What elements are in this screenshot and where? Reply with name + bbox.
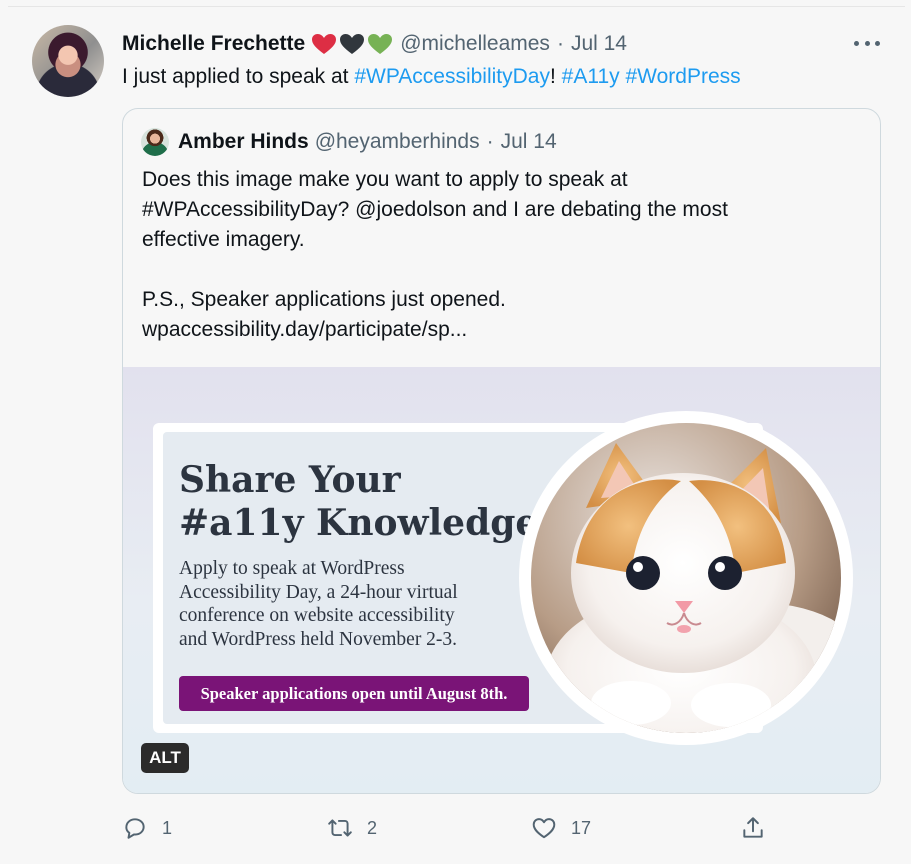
share-button[interactable] <box>740 813 766 843</box>
quoted-text-line: P.S., Speaker applications just opened. <box>142 288 506 311</box>
tweet-text-prefix: I just applied to speak at <box>122 65 355 88</box>
author-name[interactable]: Michelle Frechette <box>122 32 305 56</box>
image-body-text: Apply to speak at WordPress Accessibilit… <box>179 557 458 651</box>
more-options-icon[interactable] <box>854 37 880 49</box>
like-button[interactable]: 17 <box>531 813 591 843</box>
quoted-header: Amber Hinds @heyamberhinds · Jul 14 <box>178 127 557 157</box>
quoted-text: Does this image make you want to apply t… <box>142 165 728 345</box>
alt-text-badge[interactable]: ALT <box>141 743 189 773</box>
quoted-text-line <box>142 255 728 285</box>
share-icon <box>743 817 763 838</box>
image-headline-line: Share Your <box>179 459 401 501</box>
author-handle[interactable]: @michelleames <box>400 32 550 56</box>
quoted-image[interactable]: Share Your #a11y Knowledge Apply to spea… <box>123 367 880 793</box>
hashtag-wpaccessibilityday[interactable]: #WPAccessibilityDay <box>354 65 550 88</box>
image-headline-line: #a11y Knowledge <box>179 502 539 544</box>
image-headline: Share Your #a11y Knowledge <box>179 459 538 545</box>
kitten-photo-frame <box>519 411 853 745</box>
tweet-actions: 1 2 17 <box>122 813 882 843</box>
hashtag-wordpress[interactable]: #WordPress <box>625 65 740 88</box>
tweet-header: Michelle Frechette @michelleames · Jul 1… <box>122 29 627 59</box>
like-icon <box>532 818 556 839</box>
reply-button[interactable]: 1 <box>122 813 172 843</box>
retweet-button[interactable]: 2 <box>327 813 377 843</box>
reply-icon <box>125 818 145 839</box>
image-body-line: conference on website accessibility <box>179 605 455 626</box>
retweet-icon <box>328 819 352 837</box>
separator-dot: · <box>556 32 564 55</box>
image-body-line: Apply to speak at WordPress <box>179 558 405 579</box>
image-body-line: Accessibility Day, a 24-hour virtual <box>179 581 458 603</box>
quoted-link[interactable]: wpaccessibility.day/participate/sp... <box>142 315 728 345</box>
author-name-emojis <box>311 33 393 55</box>
tweet-date[interactable]: Jul 14 <box>571 32 627 56</box>
quoted-avatar[interactable] <box>141 128 169 156</box>
avatar[interactable] <box>32 25 104 97</box>
tweet-text-mid: ! <box>549 65 562 88</box>
quoted-tweet[interactable]: Amber Hinds @heyamberhinds · Jul 14 Does… <box>122 108 881 794</box>
image-body-line: and WordPress held November 2-3. <box>179 628 458 650</box>
quoted-date: Jul 14 <box>500 130 557 153</box>
quoted-text-line: Does this image make you want to apply t… <box>142 168 628 191</box>
like-count: 17 <box>571 817 592 838</box>
quoted-text-line: #WPAccessibilityDay? @joedolson and I ar… <box>142 198 728 221</box>
kitten-illustration <box>531 423 841 733</box>
quoted-author-handle: @heyamberhinds <box>314 130 480 153</box>
reply-count: 1 <box>162 817 173 838</box>
red-heart-icon <box>312 34 337 54</box>
quoted-author-name: Amber Hinds <box>178 130 309 153</box>
tweet-text: I just applied to speak at #WPAccessibil… <box>122 62 741 92</box>
quoted-text-line: effective imagery. <box>142 228 305 251</box>
black-heart-icon <box>340 34 365 54</box>
hashtag-a11y[interactable]: #A11y <box>562 65 620 88</box>
image-cta-banner: Speaker applications open until August 8… <box>179 676 529 711</box>
retweet-count: 2 <box>367 817 378 838</box>
quoted-separator-dot: · <box>486 130 494 153</box>
tweet[interactable]: Michelle Frechette @michelleames · Jul 1… <box>8 6 905 858</box>
green-heart-icon <box>368 34 393 54</box>
kitten-photo <box>531 423 841 733</box>
